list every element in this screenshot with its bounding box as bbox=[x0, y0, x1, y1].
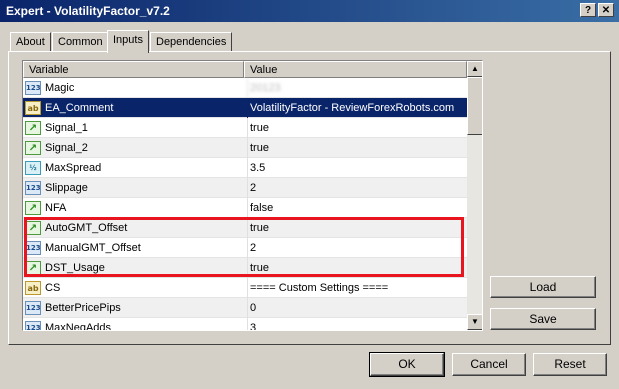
input-row-signal-1[interactable]: ↗ Signal_1 true bbox=[23, 118, 467, 138]
string-icon: ab bbox=[25, 101, 41, 115]
input-row-cs[interactable]: ab CS ==== Custom Settings ==== bbox=[23, 278, 467, 298]
variable-name: NFA bbox=[45, 202, 67, 214]
vertical-scrollbar[interactable]: ▲ ▼ bbox=[467, 61, 482, 330]
variable-name: MaxNegAdds bbox=[45, 322, 112, 331]
scroll-up-button[interactable]: ▲ bbox=[467, 61, 482, 77]
inputs-grid[interactable]: Variable Value 123 Magic 20123 ab EA_Comment… bbox=[22, 60, 483, 331]
tab-inputs[interactable]: Inputs bbox=[107, 30, 149, 53]
title-bar: Expert - VolatilityFactor_v7.2 ? ✕ bbox=[0, 0, 619, 22]
boolean-icon: ↗ bbox=[25, 121, 41, 135]
column-header-variable[interactable]: Variable bbox=[23, 61, 244, 78]
variable-value[interactable]: 2 bbox=[247, 178, 465, 198]
cancel-button[interactable]: Cancel bbox=[452, 353, 526, 376]
input-row-maxspread[interactable]: ½ MaxSpread 3.5 bbox=[23, 158, 467, 178]
variable-name: MaxSpread bbox=[45, 162, 102, 174]
grid-header: Variable Value bbox=[23, 61, 467, 78]
variable-value[interactable]: true bbox=[247, 118, 465, 138]
string-icon: ab bbox=[25, 281, 41, 295]
variable-name: BetterPricePips bbox=[45, 302, 121, 314]
variable-name: Signal_2 bbox=[45, 142, 88, 154]
column-header-value[interactable]: Value bbox=[244, 61, 467, 78]
input-row-slippage[interactable]: 123 Slippage 2 bbox=[23, 178, 467, 198]
help-button[interactable]: ? bbox=[580, 3, 596, 17]
input-row-nfa[interactable]: ↗ NFA false bbox=[23, 198, 467, 218]
input-row-signal-2[interactable]: ↗ Signal_2 true bbox=[23, 138, 467, 158]
scroll-down-button[interactable]: ▼ bbox=[467, 314, 482, 330]
highlight-annotation-box bbox=[24, 217, 464, 277]
variable-name: EA_Comment bbox=[45, 102, 114, 114]
integer-icon: 123 bbox=[25, 81, 41, 95]
variable-value[interactable]: 20123 bbox=[247, 78, 465, 98]
close-button[interactable]: ✕ bbox=[598, 3, 614, 17]
ok-button[interactable]: OK bbox=[369, 352, 445, 377]
variable-name: CS bbox=[45, 282, 61, 294]
input-row-maxnegadds[interactable]: 123 MaxNegAdds 3 bbox=[23, 318, 467, 331]
integer-icon: 123 bbox=[25, 181, 41, 195]
load-button[interactable]: Load bbox=[490, 276, 596, 298]
double-icon: ½ bbox=[25, 161, 41, 175]
variable-value[interactable]: ==== Custom Settings ==== bbox=[247, 278, 465, 298]
reset-button[interactable]: Reset bbox=[533, 353, 607, 376]
variable-name: Signal_1 bbox=[45, 122, 88, 134]
input-row-magic[interactable]: 123 Magic 20123 bbox=[23, 78, 467, 98]
integer-icon: 123 bbox=[25, 301, 41, 315]
integer-icon: 123 bbox=[25, 321, 41, 330]
save-button[interactable]: Save bbox=[490, 308, 596, 330]
variable-value[interactable]: true bbox=[247, 138, 465, 158]
window-title: Expert - VolatilityFactor_v7.2 bbox=[6, 4, 170, 18]
boolean-icon: ↗ bbox=[25, 141, 41, 155]
variable-name: Slippage bbox=[45, 182, 88, 194]
tab-about[interactable]: About bbox=[10, 32, 51, 52]
variable-name: Magic bbox=[45, 82, 75, 94]
variable-value[interactable]: false bbox=[247, 198, 465, 218]
variable-value[interactable]: VolatilityFactor - ReviewForexRobots.com bbox=[247, 98, 465, 118]
tab-common[interactable]: Common bbox=[52, 32, 109, 52]
input-row-betterpricepips[interactable]: 123 BetterPricePips 0 bbox=[23, 298, 467, 318]
variable-value[interactable]: 3 bbox=[247, 318, 465, 330]
variable-value[interactable]: 3.5 bbox=[247, 158, 465, 178]
tab-dependencies[interactable]: Dependencies bbox=[150, 32, 233, 52]
scroll-thumb[interactable] bbox=[467, 77, 482, 135]
input-row-ea-comment[interactable]: ab EA_Comment VolatilityFactor - ReviewFor… bbox=[23, 98, 467, 118]
variable-value[interactable]: 0 bbox=[247, 298, 465, 318]
boolean-icon: ↗ bbox=[25, 201, 41, 215]
